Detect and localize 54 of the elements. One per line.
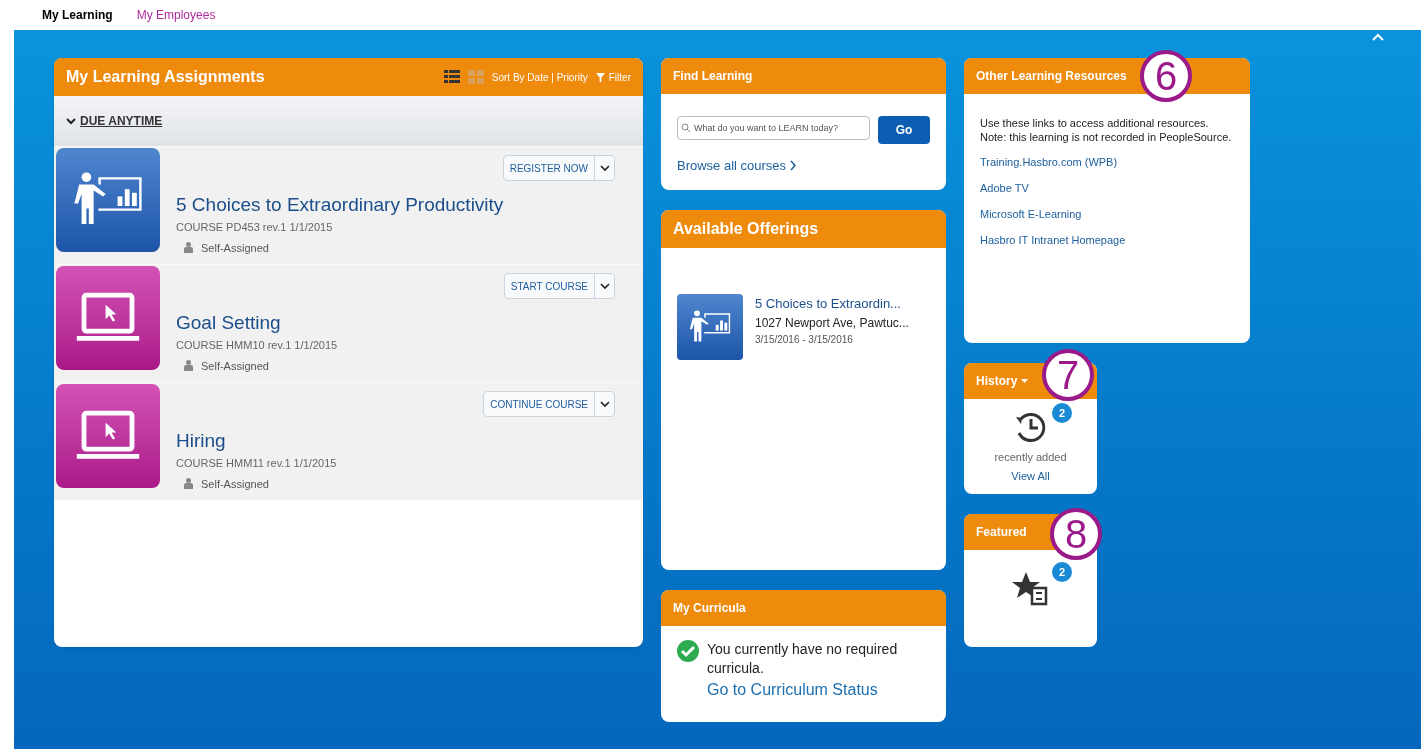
assignment-source: Self-Assigned	[201, 476, 269, 492]
resources-note: Use these links to access additional resources. Note: this learning is not recorded in PeopleSource.	[980, 116, 1233, 144]
history-caption: recently added	[994, 450, 1067, 465]
nav-tab[interactable]: My Learning	[42, 6, 113, 24]
course-title-link[interactable]: Hiring	[176, 429, 615, 453]
chevron-down-icon	[599, 282, 610, 290]
panel-title: Other Learning Resources	[976, 68, 1127, 85]
person-icon	[184, 478, 193, 490]
course-title-link[interactable]: Goal Setting	[176, 311, 615, 335]
course-title-link[interactable]: 5 Choices to Extraordinary Productivity	[176, 193, 615, 217]
view-all-link[interactable]: View All	[1011, 467, 1050, 484]
chevron-right-icon	[790, 160, 798, 172]
callout-number: 6	[1140, 50, 1192, 102]
offering-title-link[interactable]: 5 Choices to Extraordin...	[755, 294, 909, 314]
chevron-down-icon	[599, 400, 610, 408]
callout-number: 8	[1050, 508, 1102, 560]
list-view-icon[interactable]	[443, 70, 460, 84]
panel-title: My Curricula	[673, 600, 746, 617]
count-badge: 2	[1052, 562, 1072, 582]
panel-title: Find Learning	[673, 68, 753, 85]
filter-icon	[595, 72, 605, 82]
course-meta: COURSE PD453 rev.1 1/1/2015	[176, 220, 334, 235]
curricula-message: You currently have no required curricula.	[707, 640, 899, 678]
person-icon	[184, 242, 193, 254]
group-toggle[interactable]: DUE ANYTIME	[66, 112, 163, 130]
offering-dates: 3/15/2016 - 3/15/2016	[755, 332, 854, 347]
count-badge: 2	[1052, 403, 1072, 423]
featured-star-list-icon[interactable]	[1011, 570, 1050, 608]
panel-title: My Learning Assignments	[66, 67, 265, 87]
check-circle-icon	[677, 640, 699, 662]
browse-courses-link[interactable]: Browse all courses	[677, 156, 930, 176]
resource-link[interactable]: Adobe TV	[980, 180, 1234, 196]
nav-tab[interactable]: My Employees	[136, 6, 216, 24]
assignment-source: Self-Assigned	[201, 358, 269, 374]
resource-link[interactable]: Hasbro IT Intranet Homepage	[980, 232, 1234, 248]
chevron-down-icon	[599, 164, 610, 172]
caret-down-icon[interactable]	[1021, 379, 1029, 383]
panel-title: Featured	[976, 524, 1027, 541]
course-meta: COURSE HMM10 rev.1 1/1/2015	[176, 338, 339, 353]
person-icon	[184, 360, 193, 372]
panel-title: History	[976, 372, 1029, 390]
panel-title: Available Offerings	[673, 219, 819, 239]
offering-location: 1027 Newport Ave, Pawtuc...	[755, 314, 909, 332]
resource-link[interactable]: Microsoft E-Learning	[980, 206, 1234, 222]
go-button[interactable]: Go	[878, 116, 930, 144]
callout-number: 7	[1042, 349, 1094, 401]
search-icon	[681, 123, 691, 133]
chevron-down-icon	[66, 117, 76, 125]
chevron-up-icon[interactable]	[1371, 32, 1385, 42]
search-field[interactable]: What do you want to LEARN today?	[677, 116, 870, 140]
assignment-source: Self-Assigned	[201, 240, 269, 256]
resource-link[interactable]: Training.Hasbro.com (WPB)	[980, 154, 1234, 170]
curriculum-status-link[interactable]: Go to Curriculum Status	[707, 678, 930, 702]
course-meta: COURSE HMM11 rev.1 1/1/2015	[176, 456, 338, 471]
